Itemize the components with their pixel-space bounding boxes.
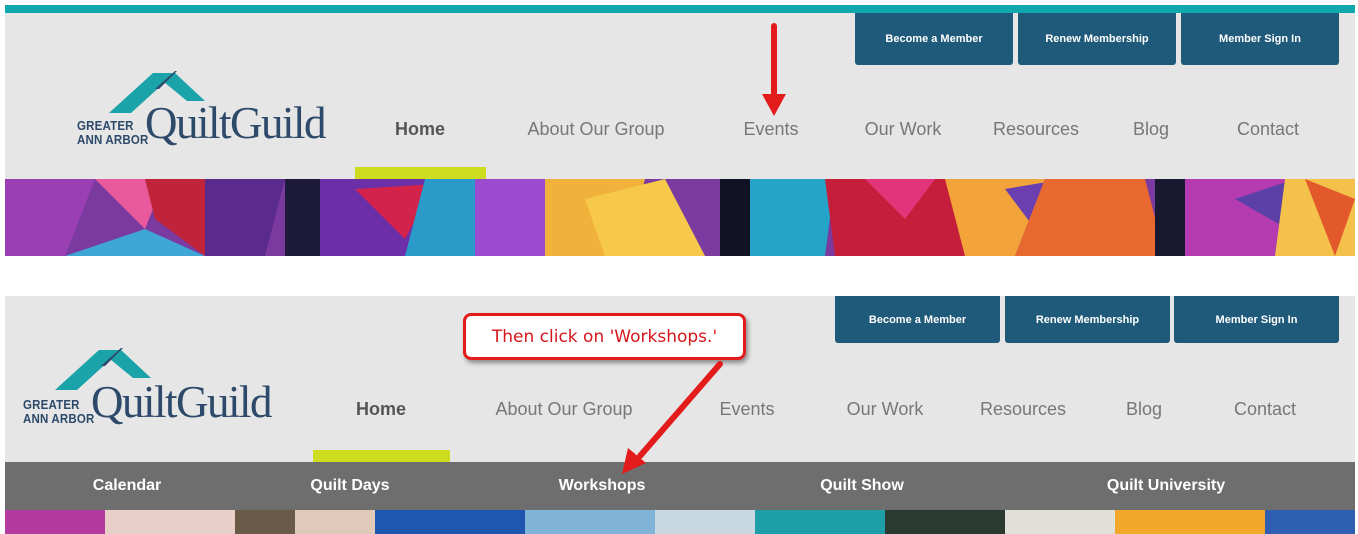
top-accent-rule bbox=[5, 5, 1355, 13]
events-submenu: Calendar Quilt Days Workshops Quilt Show… bbox=[5, 462, 1355, 510]
logo-ann-arbor: ANN ARBOR bbox=[23, 412, 95, 426]
nav-contact[interactable]: Contact bbox=[1234, 399, 1296, 420]
renew-membership-button[interactable]: Renew Membership bbox=[1005, 296, 1170, 343]
nav-resources[interactable]: Resources bbox=[980, 399, 1066, 420]
nav-blog[interactable]: Blog bbox=[1126, 399, 1162, 420]
logo-wordmark: QuiltGuild bbox=[145, 98, 327, 148]
member-sign-in-button[interactable]: Member Sign In bbox=[1181, 13, 1339, 65]
nav-events[interactable]: Events bbox=[719, 399, 774, 420]
logo-greater: GREATER bbox=[77, 119, 134, 133]
active-nav-indicator bbox=[355, 167, 486, 179]
nav-blog[interactable]: Blog bbox=[1133, 119, 1169, 140]
nav-contact[interactable]: Contact bbox=[1237, 119, 1299, 140]
submenu-quilt-show[interactable]: Quilt Show bbox=[820, 477, 904, 495]
nav-our-work[interactable]: Our Work bbox=[865, 119, 942, 140]
submenu-workshops[interactable]: Workshops bbox=[559, 477, 646, 495]
nav-resources[interactable]: Resources bbox=[993, 119, 1079, 140]
quilt-banner-image bbox=[5, 510, 1355, 534]
renew-membership-button[interactable]: Renew Membership bbox=[1018, 13, 1176, 65]
site-logo[interactable]: GREATER ANN ARBOR QuiltGuild bbox=[77, 67, 342, 153]
nav-about-our-group[interactable]: About Our Group bbox=[495, 399, 632, 420]
logo-wordmark: QuiltGuild bbox=[91, 377, 273, 427]
nav-our-work[interactable]: Our Work bbox=[847, 399, 924, 420]
logo-greater: GREATER bbox=[23, 398, 80, 412]
logo-ann-arbor: ANN ARBOR bbox=[77, 133, 149, 147]
nav-home[interactable]: Home bbox=[356, 399, 406, 420]
site-logo[interactable]: GREATER ANN ARBOR QuiltGuild bbox=[23, 344, 298, 434]
instruction-callout: Then click on 'Workshops.' bbox=[463, 313, 746, 360]
nav-about-our-group[interactable]: About Our Group bbox=[527, 119, 664, 140]
become-member-button[interactable]: Become a Member bbox=[855, 13, 1013, 65]
site-header-before: Become a Member Renew Membership Member … bbox=[5, 13, 1355, 256]
quilt-banner-image bbox=[5, 179, 1355, 256]
submenu-quilt-days[interactable]: Quilt Days bbox=[310, 477, 389, 495]
nav-home[interactable]: Home bbox=[395, 119, 445, 140]
active-nav-indicator bbox=[313, 450, 450, 462]
submenu-calendar[interactable]: Calendar bbox=[93, 477, 161, 495]
member-sign-in-button[interactable]: Member Sign In bbox=[1174, 296, 1339, 343]
become-member-button[interactable]: Become a Member bbox=[835, 296, 1000, 343]
nav-events[interactable]: Events bbox=[743, 119, 798, 140]
submenu-quilt-university[interactable]: Quilt University bbox=[1107, 477, 1225, 495]
